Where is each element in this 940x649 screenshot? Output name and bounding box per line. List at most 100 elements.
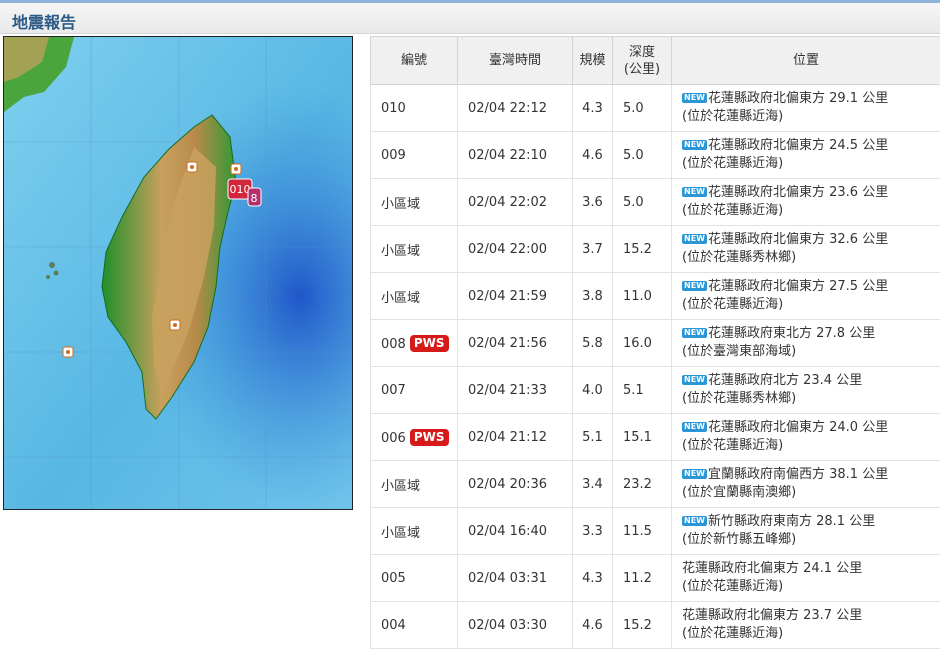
location-line-1: 花蓮縣政府北偏東方 24.0 公里 <box>708 420 888 435</box>
row-location: NEW花蓮縣政府北方 23.4 公里(位於花蓮縣秀林鄉) <box>672 367 940 414</box>
row-location: NEW花蓮縣政府北偏東方 24.0 公里 (位於花蓮縣近海) <box>672 414 940 461</box>
row-id: 007 <box>371 367 458 414</box>
row-depth: 11.0 <box>613 273 672 320</box>
row-id-text: 小區域 <box>381 197 420 212</box>
row-magnitude: 4.6 <box>573 132 613 179</box>
table-row[interactable]: 小區域02/04 16:403.311.5NEW新竹縣政府東南方 28.1 公里… <box>371 508 940 555</box>
row-depth: 23.2 <box>613 461 672 508</box>
new-badge: NEW <box>682 375 707 385</box>
row-magnitude: 4.0 <box>573 367 613 414</box>
row-id: 004 <box>371 602 458 649</box>
row-depth: 5.0 <box>613 179 672 226</box>
earthquake-map[interactable]: 010 8 <box>3 36 353 510</box>
table-row[interactable]: 小區域02/04 22:003.715.2NEW花蓮縣政府北偏東方 32.6 公… <box>371 226 940 273</box>
table-row[interactable]: 007 02/04 21:334.05.1NEW花蓮縣政府北方 23.4 公里(位… <box>371 367 940 414</box>
new-badge: NEW <box>682 469 707 479</box>
row-location: NEW新竹縣政府東南方 28.1 公里 (位於新竹縣五峰鄉) <box>672 508 940 555</box>
row-location: NEW宜蘭縣政府南偏西方 38.1 公里(位於宜蘭縣南澳鄉) <box>672 461 940 508</box>
new-badge: NEW <box>682 93 707 103</box>
row-magnitude: 3.4 <box>573 461 613 508</box>
row-time: 02/04 21:56 <box>458 320 573 367</box>
table-row[interactable]: 00402/04 03:304.615.2花蓮縣政府北偏東方 23.7 公里(位… <box>371 602 940 649</box>
row-id-text: 008 <box>381 337 406 352</box>
row-depth: 5.0 <box>613 85 672 132</box>
row-location: NEW花蓮縣政府北偏東方 32.6 公里 (位於花蓮縣秀林鄉) <box>672 226 940 273</box>
row-depth: 15.2 <box>613 226 672 273</box>
row-id-text: 007 <box>381 383 406 398</box>
epicenter-label-8: 8 <box>251 192 258 205</box>
taiwan-map-svg: 010 8 <box>4 37 352 509</box>
table-header-row: 編號 臺灣時間 規模 深度(公里) 位置 <box>371 37 940 85</box>
location-line-2: (位於花蓮縣近海) <box>682 437 940 455</box>
location-line-2: (位於花蓮縣近海) <box>682 296 940 314</box>
table-row[interactable]: 00902/04 22:104.65.0NEW花蓮縣政府北偏東方 24.5 公里… <box>371 132 940 179</box>
table-row[interactable]: 006PWS02/04 21:125.115.1NEW花蓮縣政府北偏東方 24.… <box>371 414 940 461</box>
location-line-2: (位於花蓮縣近海) <box>682 108 940 126</box>
location-line-2: (位於新竹縣五峰鄉) <box>682 531 940 549</box>
row-location: NEW花蓮縣政府北偏東方 24.5 公里(位於花蓮縣近海) <box>672 132 940 179</box>
row-id: 009 <box>371 132 458 179</box>
row-id-text: 006 <box>381 431 406 446</box>
table-row[interactable]: 小區域 02/04 21:593.811.0NEW花蓮縣政府北偏東方 27.5 公… <box>371 273 940 320</box>
row-magnitude: 4.3 <box>573 555 613 602</box>
location-line-2: (位於臺灣東部海域) <box>682 343 940 361</box>
location-line-1: 花蓮縣政府北偏東方 23.7 公里 <box>682 608 862 623</box>
new-badge: NEW <box>682 516 707 526</box>
row-id-text: 009 <box>381 148 406 163</box>
col-header-depth-unit: (公里) <box>613 61 671 78</box>
row-magnitude: 3.6 <box>573 179 613 226</box>
row-magnitude: 5.1 <box>573 414 613 461</box>
location-line-2: (位於花蓮縣近海) <box>682 155 940 173</box>
new-badge: NEW <box>682 422 707 432</box>
location-line-1: 花蓮縣政府北偏東方 24.5 公里 <box>708 138 888 153</box>
row-time: 02/04 21:33 <box>458 367 573 414</box>
row-id-text: 小區域 <box>381 244 420 259</box>
row-id-text: 010 <box>381 101 406 116</box>
row-id: 008PWS <box>371 320 458 367</box>
row-time: 02/04 21:59 <box>458 273 573 320</box>
pws-badge: PWS <box>410 429 449 446</box>
table-row[interactable]: 00502/04 03:314.311.2花蓮縣政府北偏東方 24.1 公里(位… <box>371 555 940 602</box>
row-id: 005 <box>371 555 458 602</box>
row-location: NEW花蓮縣政府北偏東方 27.5 公里(位於花蓮縣近海) <box>672 273 940 320</box>
location-line-2: (位於花蓮縣秀林鄉) <box>682 390 940 408</box>
row-id-text: 小區域 <box>381 526 420 541</box>
row-id: 006 PWS <box>371 414 458 461</box>
earthquake-table: 編號 臺灣時間 規模 深度(公里) 位置 01002/04 22:124.35.… <box>370 36 940 649</box>
location-line-2: (位於花蓮縣近海) <box>682 578 940 596</box>
row-id-text: 小區域 <box>381 479 420 494</box>
row-id: 小區域 <box>371 461 458 508</box>
location-line-1: 新竹縣政府東南方 28.1 公里 <box>708 514 875 529</box>
col-header-time: 臺灣時間 <box>458 37 573 85</box>
new-badge: NEW <box>682 281 707 291</box>
new-badge: NEW <box>682 234 707 244</box>
location-line-1: 花蓮縣政府東北方 27.8 公里 <box>708 326 875 341</box>
row-time: 02/04 21:12 <box>458 414 573 461</box>
row-magnitude: 3.7 <box>573 226 613 273</box>
row-time: 02/04 22:10 <box>458 132 573 179</box>
row-location: NEW花蓮縣政府東北方 27.8 公里 (位於臺灣東部海域) <box>672 320 940 367</box>
epicenter-marker-8[interactable]: 8 <box>248 188 261 206</box>
location-line-1: 花蓮縣政府北偏東方 23.6 公里 <box>708 185 888 200</box>
table-row[interactable]: 008PWS02/04 21:565.816.0NEW花蓮縣政府東北方 27.8… <box>371 320 940 367</box>
table-row[interactable]: 小區域02/04 22:023.65.0NEW花蓮縣政府北偏東方 23.6 公里… <box>371 179 940 226</box>
row-id-text: 005 <box>381 571 406 586</box>
page-title: 地震報告 <box>12 9 76 33</box>
row-location: NEW花蓮縣政府北偏東方 29.1 公里(位於花蓮縣近海) <box>672 85 940 132</box>
col-header-location: 位置 <box>672 37 940 85</box>
new-badge: NEW <box>682 328 707 338</box>
row-time: 02/04 22:12 <box>458 85 573 132</box>
row-id-text: 小區域 <box>381 291 420 306</box>
row-magnitude: 3.8 <box>573 273 613 320</box>
row-id: 小區域 <box>371 508 458 555</box>
location-line-1: 花蓮縣政府北偏東方 32.6 公里 <box>708 232 888 247</box>
row-time: 02/04 22:02 <box>458 179 573 226</box>
row-time: 02/04 16:40 <box>458 508 573 555</box>
location-line-2: (位於花蓮縣秀林鄉) <box>682 249 940 267</box>
col-header-depth-label: 深度 <box>613 44 671 61</box>
table-row[interactable]: 010 02/04 22:124.35.0NEW花蓮縣政府北偏東方 29.1 公里… <box>371 85 940 132</box>
row-magnitude: 4.3 <box>573 85 613 132</box>
row-depth: 11.5 <box>613 508 672 555</box>
row-depth: 5.1 <box>613 367 672 414</box>
table-row[interactable]: 小區域02/04 20:363.423.2NEW宜蘭縣政府南偏西方 38.1 公… <box>371 461 940 508</box>
